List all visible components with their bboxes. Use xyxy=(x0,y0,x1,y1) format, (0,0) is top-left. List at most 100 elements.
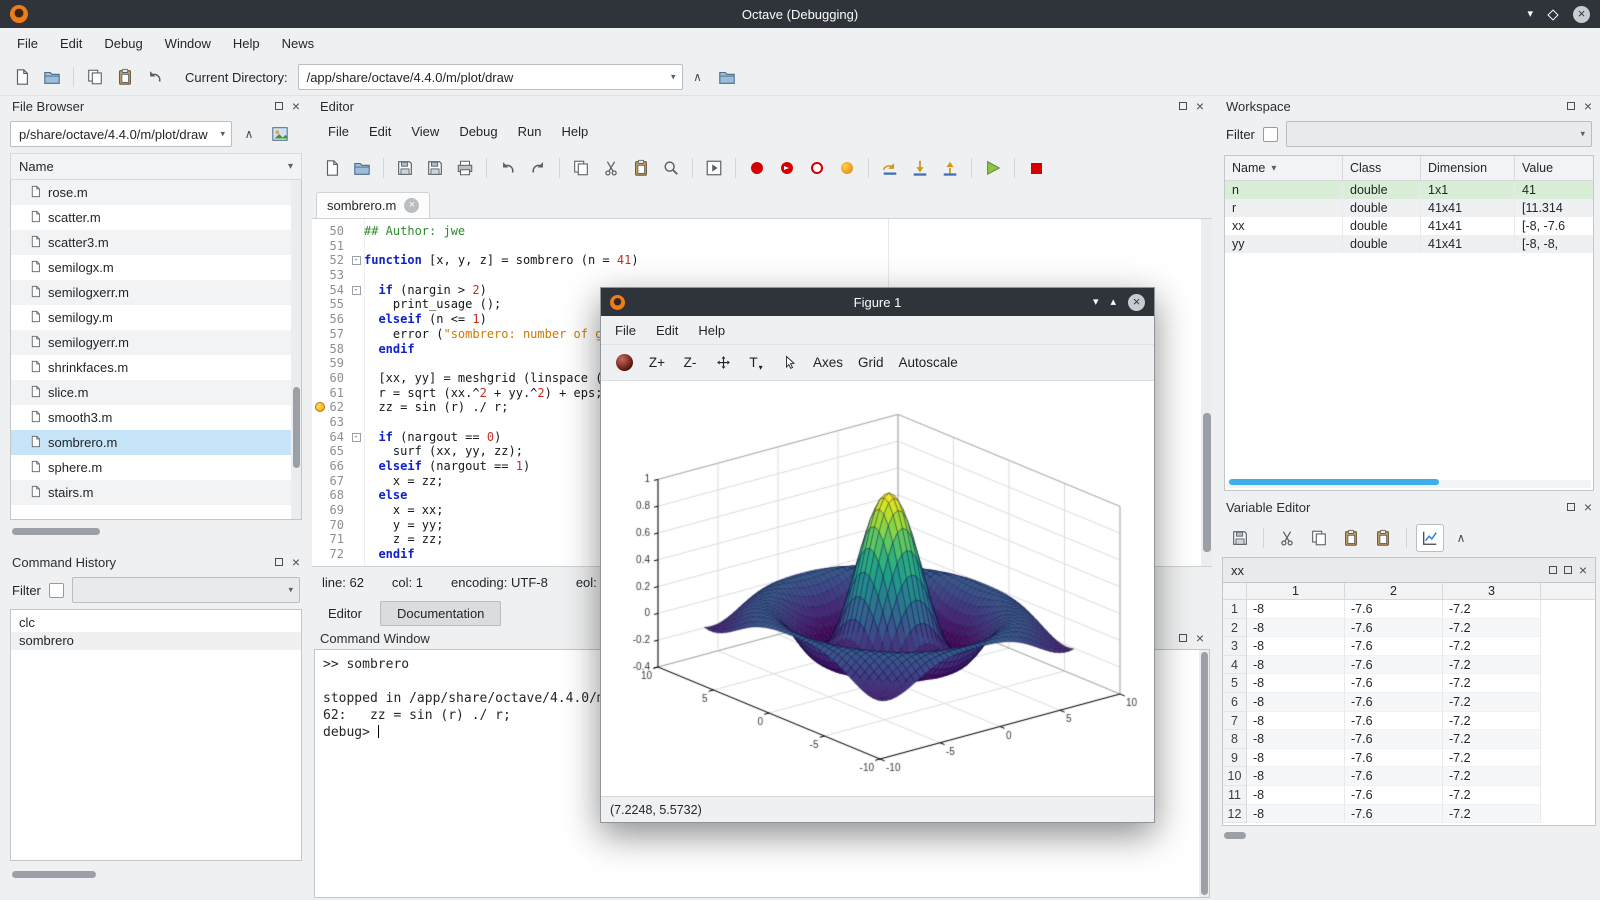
close-panel-icon[interactable]: × xyxy=(292,99,300,113)
column-header-value[interactable]: Value xyxy=(1515,156,1593,180)
grid-cell[interactable]: -8 xyxy=(1247,619,1345,638)
grid-row[interactable]: 6-8-7.6-7.2 xyxy=(1223,693,1595,712)
current-directory-combo[interactable]: /app/share/octave/4.4.0/m/plot/draw▾ xyxy=(298,64,683,90)
workspace-hscroll-thumb[interactable] xyxy=(1229,479,1439,485)
grid-cell[interactable]: -7.6 xyxy=(1345,712,1443,731)
tab-close-icon[interactable]: × xyxy=(404,198,419,213)
cut-button[interactable] xyxy=(597,154,625,182)
workspace-hscroll-track[interactable] xyxy=(1227,480,1591,488)
grid-cell[interactable]: -8 xyxy=(1247,749,1345,768)
grid-cell[interactable]: -7.2 xyxy=(1443,749,1541,768)
terminal-scrollbar[interactable] xyxy=(1199,650,1209,897)
new-file-button[interactable] xyxy=(318,154,346,182)
file-row[interactable]: rose.m xyxy=(11,180,301,205)
variable-row[interactable]: rdouble41x41[11.314 xyxy=(1225,199,1593,217)
variable-row[interactable]: yydouble41x41[-8, -8, xyxy=(1225,235,1593,253)
workspace-filter-combo[interactable]: ▾ xyxy=(1286,121,1592,147)
history-item[interactable]: clc xyxy=(11,614,301,632)
save-as-button[interactable] xyxy=(421,154,449,182)
tab-sombrero[interactable]: sombrero.m × xyxy=(316,192,430,218)
grid-button[interactable]: Grid xyxy=(854,350,888,376)
fold-icon[interactable]: - xyxy=(352,433,361,442)
menu-item-window[interactable]: Window xyxy=(154,31,222,56)
grid-row[interactable]: 8-8-7.6-7.2 xyxy=(1223,730,1595,749)
grid-cell[interactable]: -7.6 xyxy=(1345,674,1443,693)
grid-row[interactable]: 7-8-7.6-7.2 xyxy=(1223,712,1595,731)
grid-cell[interactable]: -7.6 xyxy=(1345,786,1443,805)
horizontal-scrollbar-thumb[interactable] xyxy=(12,528,100,535)
grid-cell[interactable]: -8 xyxy=(1247,693,1345,712)
grid-cell[interactable]: -7.2 xyxy=(1443,767,1541,786)
copy-button[interactable] xyxy=(1305,524,1333,552)
grid-cell[interactable]: -8 xyxy=(1247,712,1345,731)
undock-icon[interactable] xyxy=(1567,102,1575,110)
grid-cell[interactable]: -7.2 xyxy=(1443,637,1541,656)
undock-icon[interactable] xyxy=(1179,102,1187,110)
figure-menu-file[interactable]: File xyxy=(605,319,646,342)
paste-button[interactable] xyxy=(111,63,139,91)
file-row[interactable]: scatter3.m xyxy=(11,230,301,255)
grid-cell[interactable]: -8 xyxy=(1247,674,1345,693)
grid-cell[interactable]: -7.2 xyxy=(1443,656,1541,675)
axes-button[interactable]: Axes xyxy=(809,350,847,376)
tab-documentation[interactable]: Documentation xyxy=(380,601,501,626)
grid-cell[interactable]: -7.2 xyxy=(1443,693,1541,712)
editor-menu-debug[interactable]: Debug xyxy=(449,120,507,143)
grid-cell[interactable]: -7.6 xyxy=(1345,600,1443,619)
horizontal-scrollbar-thumb[interactable] xyxy=(12,871,96,878)
file-row[interactable]: semilogy.m xyxy=(11,305,301,330)
variable-row[interactable]: xxdouble41x41[-8, -7.6 xyxy=(1225,217,1593,235)
grid-cell[interactable]: -7.6 xyxy=(1345,805,1443,824)
maximize-icon[interactable] xyxy=(1564,566,1572,574)
print-button[interactable] xyxy=(451,154,479,182)
copy-button[interactable] xyxy=(81,63,109,91)
grid-cell[interactable]: -8 xyxy=(1247,805,1345,824)
actions-icon-button[interactable] xyxy=(266,120,294,148)
close-panel-icon[interactable]: × xyxy=(1584,99,1592,113)
grid-row-header[interactable]: 5 xyxy=(1223,674,1247,693)
grid-row[interactable]: 9-8-7.6-7.2 xyxy=(1223,749,1595,768)
menu-item-help[interactable]: Help xyxy=(222,31,271,56)
grid-cell[interactable]: -7.6 xyxy=(1345,619,1443,638)
stop-debug-button[interactable] xyxy=(1022,154,1050,182)
grid-row[interactable]: 2-8-7.6-7.2 xyxy=(1223,619,1595,638)
save-button[interactable] xyxy=(391,154,419,182)
maximize-icon[interactable]: ▴ xyxy=(1110,297,1116,308)
zoom-in-button[interactable]: Z+ xyxy=(644,350,670,376)
scrollbar-thumb[interactable] xyxy=(1201,652,1208,895)
grid-row[interactable]: 5-8-7.6-7.2 xyxy=(1223,674,1595,693)
horizontal-scrollbar-thumb[interactable] xyxy=(1224,832,1246,839)
grid-cell[interactable]: -7.2 xyxy=(1443,786,1541,805)
grid-row-header[interactable]: 2 xyxy=(1223,619,1247,638)
file-browser-path-combo[interactable]: p/share/octave/4.4.0/m/plot/draw▾ xyxy=(10,121,232,147)
minimize-icon[interactable]: ▾ xyxy=(1527,9,1533,20)
grid-cell[interactable]: -8 xyxy=(1247,730,1345,749)
level-up-button[interactable]: ∧ xyxy=(1448,525,1474,551)
file-row[interactable]: slice.m xyxy=(11,380,301,405)
undo-button[interactable] xyxy=(494,154,522,182)
maximize-icon[interactable] xyxy=(1549,7,1557,22)
close-panel-icon[interactable]: × xyxy=(292,555,300,569)
figure-menu-edit[interactable]: Edit xyxy=(646,319,688,342)
paste-button[interactable] xyxy=(1337,524,1365,552)
code-line[interactable]: 52-function [x, y, z] = sombrero (n = 41… xyxy=(312,253,1212,268)
grid-cell[interactable]: -7.2 xyxy=(1443,712,1541,731)
code-line[interactable]: 50## Author: jwe xyxy=(312,224,1212,239)
file-row[interactable]: sombrero.m xyxy=(11,430,301,455)
undock-icon[interactable] xyxy=(1179,634,1187,642)
rotate-tool-button[interactable] xyxy=(611,350,637,376)
grid-cell[interactable]: -7.6 xyxy=(1345,637,1443,656)
undock-icon[interactable] xyxy=(1567,503,1575,511)
window-titlebar[interactable]: Octave (Debugging) ▾ × xyxy=(0,0,1600,28)
grid-cell[interactable]: -8 xyxy=(1247,656,1345,675)
grid-cell[interactable]: -7.2 xyxy=(1443,619,1541,638)
file-list-scrollbar[interactable] xyxy=(291,180,301,519)
figure-window[interactable]: Figure 1 ▾ ▴ × FileEditHelp Z+ Z- T▾ Axe… xyxy=(600,287,1155,823)
code-line[interactable]: 51 xyxy=(312,239,1212,254)
grid-cell[interactable]: -7.2 xyxy=(1443,805,1541,824)
menu-item-debug[interactable]: Debug xyxy=(93,31,153,56)
grid-cell[interactable]: -7.2 xyxy=(1443,600,1541,619)
figure-plot-area[interactable] xyxy=(601,381,1154,796)
tab-editor[interactable]: Editor xyxy=(312,602,378,625)
plot-variable-button[interactable] xyxy=(1416,524,1444,552)
